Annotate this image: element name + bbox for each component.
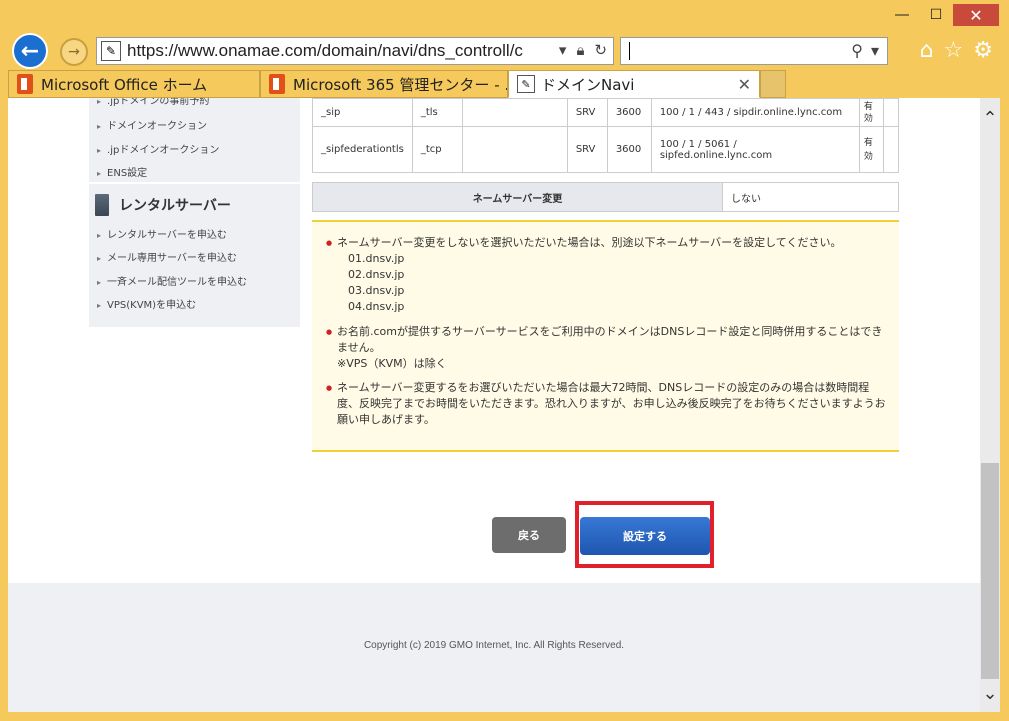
- list-item: 01.dnsv.jp: [348, 252, 405, 265]
- notice-item-propagation: ネームサーバー変更するをお選びいただいた場合は最大72時間、DNSレコードの設定…: [326, 380, 886, 428]
- list-item: 04.dnsv.jp: [348, 300, 405, 313]
- back-button[interactable]: 戻る: [492, 517, 566, 553]
- cell-status: 有効: [858, 126, 884, 173]
- cell-ttl: 3600: [606, 98, 652, 127]
- nameserver-change-value: しない: [731, 193, 761, 205]
- cell-service: _sipfederationtls: [312, 126, 413, 173]
- back-arrow-icon[interactable]: ←: [12, 33, 48, 69]
- nameserver-list: 01.dnsv.jp 02.dnsv.jp 03.dnsv.jp 04.dnsv…: [337, 251, 886, 315]
- cell-protocol: _tls: [411, 98, 463, 127]
- cell-status: 有効: [858, 98, 884, 127]
- sidebar-divider: [89, 182, 300, 184]
- sidebar-link-rental-server[interactable]: レンタルサーバーを申込む: [97, 226, 227, 241]
- page-content: .jpドメインの事前予約 ドメインオークション .jpドメインオークション EN…: [8, 98, 980, 712]
- text-caret: [629, 42, 630, 60]
- address-url[interactable]: https://www.onamae.com/domain/navi/dns_c…: [127, 41, 547, 61]
- server-icon: [95, 194, 109, 216]
- tab-label: Microsoft Office ホーム: [41, 75, 208, 94]
- dropdown-arrow-icon[interactable]: ▾: [559, 41, 567, 59]
- tab-close-icon[interactable]: ✕: [738, 75, 751, 94]
- sidebar-link-vps[interactable]: VPS(KVM)を申込む: [97, 296, 196, 311]
- cell-service: _sip: [312, 98, 413, 127]
- refresh-icon[interactable]: ↻: [594, 41, 607, 59]
- forward-arrow-icon[interactable]: →: [60, 38, 88, 66]
- tab-office-home[interactable]: Microsoft Office ホーム: [8, 70, 260, 98]
- site-favicon-icon: ✎: [101, 41, 121, 61]
- search-actions: ⚲ ▾: [851, 41, 879, 60]
- cell-name: [461, 98, 568, 127]
- office-logo-icon: [269, 74, 285, 94]
- home-icon[interactable]: ⌂: [920, 38, 934, 63]
- search-dropdown-icon[interactable]: ▾: [871, 41, 879, 60]
- sidebar-heading-label: レンタルサーバー: [119, 198, 231, 214]
- toolbar-icons: ⌂ ☆ ⚙: [920, 38, 993, 63]
- cell-name: [461, 126, 568, 173]
- notice-item-server-service: お名前.comが提供するサーバーサービスをご利用中のドメインはDNSレコード設定…: [326, 324, 886, 372]
- sidebar-link-jp-preorder[interactable]: .jpドメインの事前予約: [97, 98, 209, 107]
- notice-text: ネームサーバー変更するをお選びいただいた場合は最大72時間、DNSレコードの設定…: [337, 381, 886, 426]
- new-tab-button[interactable]: [760, 70, 786, 98]
- scroll-down-icon[interactable]: ⌄: [980, 683, 1000, 704]
- cell-ttl: 3600: [606, 126, 652, 173]
- notice-box: ネームサーバー変更をしないを選択いただいた場合は、別途以下ネームサーバーを設定し…: [312, 220, 899, 452]
- nameserver-change-row: ネームサーバー変更 しない: [312, 182, 899, 212]
- sidebar-link-jp-auction[interactable]: .jpドメインオークション: [97, 141, 219, 156]
- highlight-annotation: [575, 501, 714, 568]
- cell-type: SRV: [566, 98, 608, 127]
- office-logo-icon: [17, 74, 33, 94]
- cell-action: [882, 126, 900, 173]
- tab-domain-navi[interactable]: ✎ ドメインNavi ✕: [508, 70, 760, 98]
- close-window-icon[interactable]: ✕: [953, 4, 999, 26]
- tab-label: Microsoft 365 管理センター - ...: [293, 75, 508, 94]
- notice-text: ネームサーバー変更をしないを選択いただいた場合は、別途以下ネームサーバーを設定し…: [337, 236, 842, 249]
- table-row: _sip _tls SRV 3600 100 / 1 / 443 / sipdi…: [312, 98, 900, 127]
- list-item: 03.dnsv.jp: [348, 284, 405, 297]
- copyright-text: Copyright (c) 2019 GMO Internet, Inc. Al…: [363, 640, 625, 651]
- notice-note: ※VPS（KVM）は除く: [337, 357, 447, 370]
- tab-label: ドメインNavi: [541, 75, 635, 94]
- sidebar-link-domain-auction[interactable]: ドメインオークション: [97, 117, 207, 132]
- window-controls: ― ☐ ✕: [885, 4, 999, 26]
- maximize-icon[interactable]: ☐: [919, 4, 953, 26]
- vertical-scrollbar[interactable]: ⌃ ⌄: [980, 98, 1000, 712]
- cell-type: SRV: [566, 126, 608, 173]
- sidebar-menu: .jpドメインの事前予約 ドメインオークション .jpドメインオークション EN…: [89, 98, 300, 327]
- cell-value: 100 / 1 / 443 / sipdir.online.lync.com: [650, 98, 860, 127]
- sidebar-link-mail-server[interactable]: メール専用サーバーを申込む: [97, 249, 237, 264]
- tab-strip: Microsoft Office ホーム Microsoft 365 管理センタ…: [8, 70, 786, 98]
- scroll-up-icon[interactable]: ⌃: [980, 108, 1000, 129]
- dns-record-table: _sip _tls SRV 3600 100 / 1 / 443 / sipdi…: [312, 98, 900, 173]
- cell-value: 100 / 1 / 5061 / sipfed.online.lync.com: [650, 126, 860, 173]
- address-actions: ▾ 🔒︎ ↻: [559, 41, 607, 59]
- favorites-star-icon[interactable]: ☆: [944, 38, 964, 63]
- domain-navi-favicon-icon: ✎: [517, 75, 535, 93]
- table-row: _sipfederationtls _tcp SRV 3600 100 / 1 …: [312, 126, 900, 173]
- notice-item-nameserver: ネームサーバー変更をしないを選択いただいた場合は、別途以下ネームサーバーを設定し…: [326, 235, 886, 315]
- list-item: 02.dnsv.jp: [348, 268, 405, 281]
- sidebar-heading-rental-server: レンタルサーバー: [95, 194, 231, 216]
- cell-protocol: _tcp: [411, 126, 463, 173]
- search-icon[interactable]: ⚲: [851, 41, 863, 60]
- browser-window: ― ☐ ✕ ← → ✎ https://www.onamae.com/domai…: [0, 0, 1009, 721]
- sidebar-link-bulk-mail[interactable]: 一斉メール配信ツールを申込む: [97, 273, 247, 288]
- scrollbar-thumb[interactable]: [981, 463, 999, 679]
- address-bar[interactable]: ✎ https://www.onamae.com/domain/navi/dns…: [96, 37, 614, 65]
- search-box[interactable]: ⚲ ▾: [620, 37, 888, 65]
- minimize-icon[interactable]: ―: [885, 4, 919, 26]
- lock-icon[interactable]: 🔒︎: [576, 41, 584, 59]
- tab-m365-admin[interactable]: Microsoft 365 管理センター - ...: [260, 70, 508, 98]
- nameserver-change-label: ネームサーバー変更: [313, 183, 723, 211]
- page-footer: Copyright (c) 2019 GMO Internet, Inc. Al…: [8, 583, 980, 712]
- cell-action: [882, 98, 900, 127]
- sidebar-link-ens[interactable]: ENS設定: [97, 164, 147, 179]
- notice-text: お名前.comが提供するサーバーサービスをご利用中のドメインはDNSレコード設定…: [337, 325, 883, 354]
- settings-gear-icon[interactable]: ⚙: [973, 38, 993, 63]
- navigation-bar: ← → ✎ https://www.onamae.com/domain/navi…: [8, 32, 1001, 70]
